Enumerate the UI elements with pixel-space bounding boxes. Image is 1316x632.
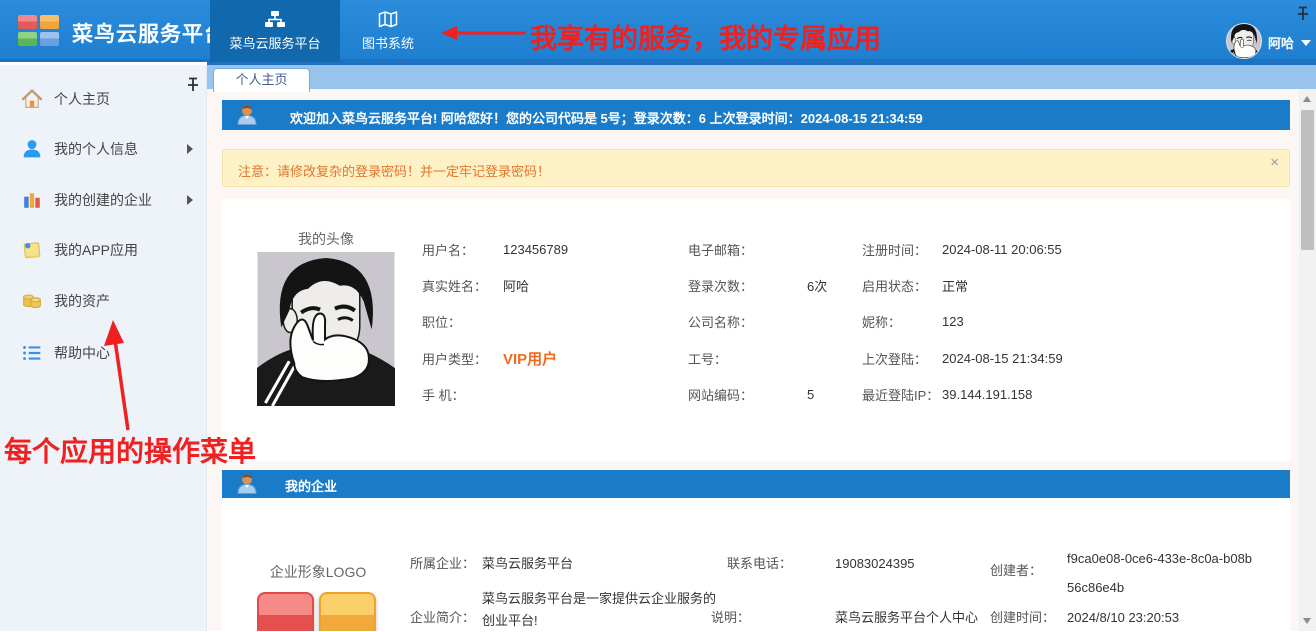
nav-tab-cloud-platform[interactable]: 菜鸟云服务平台	[210, 0, 340, 62]
welcome-banner: 欢迎加入菜鸟云服务平台! 阿哈您好！您的公司代码是 5号；登录次数：6 上次登录…	[222, 100, 1290, 130]
nav-tab-label: 菜鸟云服务平台	[229, 33, 320, 52]
field-email: 电子邮箱：	[688, 231, 863, 267]
chart-icon	[22, 190, 42, 210]
enterprise-panel: 企业形象LOGO 所属企业： 菜鸟云服务平台 企业简介： 菜鸟云服务平台是一家提…	[222, 498, 1290, 631]
field-login-count: 登录次数： 6次	[688, 267, 863, 303]
submenu-arrow-icon	[187, 195, 193, 205]
sidebar-item-assets[interactable]: 我的资产	[0, 285, 207, 317]
field-last-login: 上次登陆： 2024-08-15 21:34:59	[862, 340, 1282, 376]
field-site-code: 网站编码： 5	[688, 377, 863, 413]
user-menu-caret-icon[interactable]	[1301, 40, 1311, 46]
sidebar-item-my-enterprises[interactable]: 我的创建的企业	[0, 184, 207, 216]
field-desc-value: 菜鸟云服务平台个人中心	[835, 609, 978, 626]
enterprise-logo-label: 企业形象LOGO	[257, 562, 379, 582]
submenu-arrow-icon	[187, 144, 193, 154]
enterprise-title: 我的企业	[285, 476, 337, 495]
field-belong-value: 菜鸟云服务平台	[482, 555, 573, 572]
field-creator-label: 创建者：	[990, 562, 1042, 579]
sidebar-item-label: 帮助中心	[54, 343, 110, 363]
sidebar-item-personal-info[interactable]: 我的个人信息	[0, 133, 207, 165]
header-pin-icon[interactable]	[1294, 6, 1312, 22]
logo-square-orange	[40, 15, 59, 29]
tab-personal-home[interactable]: 个人主页	[213, 68, 310, 92]
app-header: 菜鸟云服务平台 菜鸟云服务平台 图书系统 我享有的服务，我的专属应用 阿哈	[0, 0, 1316, 62]
field-mobile: 手 机：	[422, 377, 682, 413]
close-icon[interactable]: ×	[1270, 154, 1279, 171]
logo-square-red	[257, 592, 314, 631]
sidebar-item-label: 我的APP应用	[54, 240, 138, 260]
logo-square-green	[18, 32, 37, 46]
book-icon	[378, 11, 398, 28]
field-desc-label: 说明：	[711, 609, 750, 626]
scrollbar-thumb[interactable]	[1301, 110, 1314, 250]
avatar-label: 我的头像	[257, 229, 395, 249]
field-usertype: 用户类型： VIP用户	[422, 340, 682, 376]
profile-photo	[257, 252, 395, 406]
content-tabstrip: 个人主页	[207, 62, 1316, 89]
sidebar-item-label: 我的资产	[54, 291, 110, 311]
list-icon	[22, 343, 42, 363]
field-ctime-label: 创建时间：	[990, 609, 1055, 626]
field-nickname: 妮称： 123	[862, 304, 1282, 340]
field-position: 职位：	[422, 304, 682, 340]
enterprise-logo	[257, 592, 383, 631]
field-belong-label: 所属企业：	[410, 555, 475, 572]
header-annotation: 我享有的服务，我的专属应用	[530, 17, 881, 56]
home-icon	[22, 89, 42, 109]
assets-icon	[22, 291, 42, 311]
field-ctime-value: 2024/8/10 23:20:53	[1067, 609, 1179, 626]
user-banner-icon	[236, 472, 258, 496]
field-realname: 真实姓名： 阿哈	[422, 267, 682, 303]
user-banner-icon	[236, 103, 258, 127]
sidebar-item-help-center[interactable]: 帮助中心	[0, 337, 207, 369]
password-warning: 注意：请修改复杂的登录密码！并一定牢记登录密码！ ×	[222, 149, 1290, 187]
user-name[interactable]: 阿哈	[1268, 33, 1294, 52]
nav-tab-label: 图书系统	[362, 33, 414, 52]
field-phone-label: 联系电话：	[727, 555, 792, 572]
field-worker-id: 工号：	[688, 340, 863, 376]
field-intro-label: 企业简介：	[410, 609, 475, 626]
field-username: 用户名： 123456789	[422, 231, 682, 267]
vip-badge: VIP用户	[503, 348, 557, 369]
annotation-arrow-left-icon	[440, 24, 528, 42]
sidebar-item-home[interactable]: 个人主页	[0, 83, 207, 115]
field-last-login-ip: 最近登陆IP： 39.144.191.158	[862, 377, 1282, 413]
sitemap-icon	[265, 11, 285, 28]
profile-column-3: 注册时间： 2024-08-11 20:06:55 启用状态： 正常 妮称： 1…	[862, 231, 1282, 413]
scroll-up-icon[interactable]	[1303, 96, 1311, 102]
sidebar-item-label: 个人主页	[54, 89, 110, 109]
field-register-time: 注册时间： 2024-08-11 20:06:55	[862, 231, 1282, 267]
user-avatar[interactable]	[1226, 23, 1262, 59]
app-title: 菜鸟云服务平台	[72, 18, 226, 48]
scroll-down-icon[interactable]	[1303, 618, 1311, 624]
welcome-text: 欢迎加入菜鸟云服务平台! 阿哈您好！您的公司代码是 5号；登录次数：6 上次登录…	[290, 108, 923, 127]
sidebar-item-label: 我的创建的企业	[54, 190, 152, 210]
sidebar-annotation: 每个应用的操作菜单	[4, 430, 256, 470]
profile-column-1: 用户名： 123456789 真实姓名： 阿哈 职位： 用户类型： VIP用户 …	[422, 231, 682, 413]
sidebar-item-app[interactable]: 我的APP应用	[0, 234, 207, 266]
logo-square-blue	[40, 32, 59, 46]
note-icon	[22, 240, 42, 260]
main-content: 欢迎加入菜鸟云服务平台! 阿哈您好！您的公司代码是 5号；登录次数：6 上次登录…	[207, 89, 1299, 631]
warning-text: 注意：请修改复杂的登录密码！并一定牢记登录密码！	[238, 161, 550, 180]
vertical-scrollbar[interactable]	[1299, 89, 1316, 631]
field-creator-value: f9ca0e08-0ce6-433e-8c0a-b08b56c86e4b	[1067, 544, 1255, 602]
sidebar-item-label: 我的个人信息	[54, 139, 138, 159]
person-icon	[22, 139, 42, 159]
sidebar: 个人主页 我的个人信息 我的创建的企业 我的APP应用	[0, 65, 207, 631]
nav-tab-book-system[interactable]: 图书系统	[342, 0, 434, 62]
logo-square-orange	[319, 592, 376, 631]
field-intro-value: 菜鸟云服务平台是一家提供云企业服务的创业平台!	[482, 588, 724, 632]
app-logo	[18, 15, 60, 47]
field-status: 启用状态： 正常	[862, 267, 1282, 303]
field-company-name: 公司名称：	[688, 304, 863, 340]
field-phone-value: 19083024395	[835, 555, 915, 572]
logo-square-red	[18, 15, 37, 29]
enterprise-header: 我的企业	[222, 470, 1290, 498]
profile-panel: 我的头像 用户名： 123456789 真实姓名： 阿哈 职位： 用户类型： V…	[222, 199, 1290, 461]
profile-column-2: 电子邮箱： 登录次数： 6次 公司名称： 工号： 网站编码： 5	[688, 231, 863, 413]
